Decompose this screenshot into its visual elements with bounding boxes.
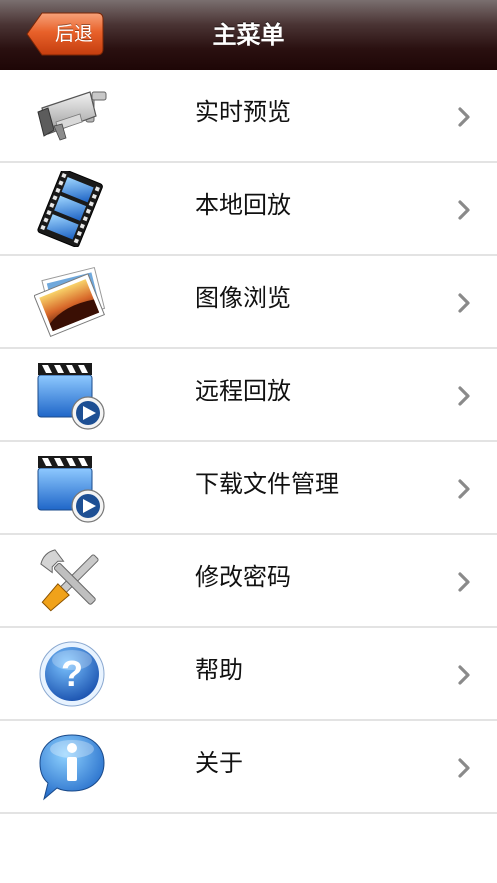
svg-text:?: ?: [61, 653, 83, 694]
chevron-right-icon: [458, 758, 470, 778]
menu-item-about[interactable]: 关于: [0, 721, 497, 814]
clapperboard-play-icon: [37, 456, 105, 523]
chevron-right-icon: [458, 200, 470, 220]
chevron-right-icon: [458, 572, 470, 592]
menu-item-image-browse[interactable]: 图像浏览: [0, 256, 497, 349]
chevron-right-icon: [458, 665, 470, 685]
security-camera-icon: [37, 91, 107, 141]
menu-item-live-preview[interactable]: 实时预览: [0, 70, 497, 163]
menu-item-local-playback[interactable]: 本地回放: [0, 163, 497, 256]
menu-item-label: 图像浏览: [195, 284, 291, 312]
menu-item-help[interactable]: ? 帮助: [0, 628, 497, 721]
film-reel-icon: [37, 171, 103, 247]
chevron-right-icon: [458, 479, 470, 499]
chevron-right-icon: [458, 293, 470, 313]
menu-item-label: 本地回放: [195, 191, 291, 219]
navigation-bar: 后退 主菜单: [0, 0, 497, 71]
menu-item-change-password[interactable]: 修改密码: [0, 535, 497, 628]
menu-item-download-manager[interactable]: 下载文件管理: [0, 442, 497, 535]
menu-item-label: 下载文件管理: [195, 470, 339, 498]
clapperboard-play-icon: [37, 363, 105, 430]
menu-item-remote-playback[interactable]: 远程回放: [0, 349, 497, 442]
menu-item-label: 帮助: [195, 656, 243, 684]
menu-item-label: 关于: [195, 749, 243, 777]
photo-gallery-icon: [34, 266, 106, 338]
info-icon: [39, 734, 105, 801]
tools-icon: [40, 549, 99, 612]
menu-item-label: 远程回放: [195, 377, 291, 405]
chevron-right-icon: [458, 386, 470, 406]
app-window: 后退 主菜单 实时预览 本地回放 图像浏览 远程回放 下载文件管理 修改密码 ?…: [0, 0, 497, 883]
back-button-label: 后退: [54, 23, 93, 45]
chevron-right-icon: [458, 107, 470, 127]
back-button[interactable]: 后退: [26, 12, 104, 56]
menu-item-label: 实时预览: [195, 98, 291, 126]
main-menu-list: 实时预览 本地回放 图像浏览 远程回放 下载文件管理 修改密码 ? 帮助 关于: [0, 70, 497, 814]
menu-item-label: 修改密码: [195, 563, 291, 591]
help-icon: ?: [39, 641, 105, 707]
